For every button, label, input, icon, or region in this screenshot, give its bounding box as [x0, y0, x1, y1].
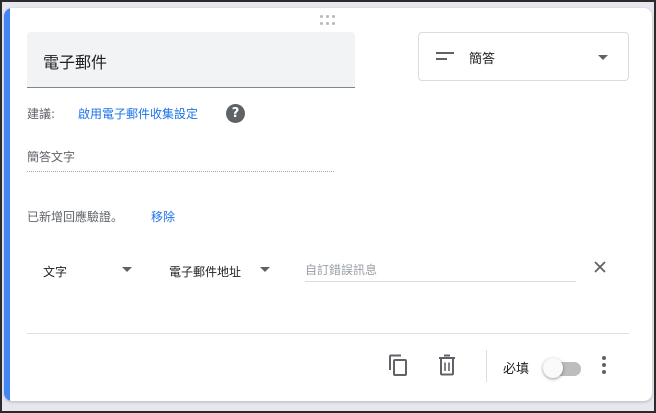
- active-accent-bar: [4, 8, 10, 401]
- custom-error-input[interactable]: [305, 258, 576, 282]
- footer-divider: [27, 333, 629, 334]
- validation-condition-dropdown[interactable]: 電子郵件地址: [169, 261, 277, 283]
- toggle-knob: [543, 358, 563, 378]
- validation-type-dropdown[interactable]: 文字: [43, 261, 139, 283]
- validation-status-text: 已新增回應驗證。: [27, 210, 124, 224]
- drag-handle-icon[interactable]: [320, 15, 338, 25]
- required-toggle[interactable]: [543, 357, 583, 378]
- trash-icon[interactable]: [437, 354, 457, 376]
- help-icon[interactable]: ?: [226, 104, 245, 123]
- dropdown-arrow-icon: [122, 267, 132, 272]
- close-icon[interactable]: [593, 260, 607, 274]
- question-card: 電子郵件 簡答 建議: 啟用電子郵件收集設定 ? 簡答文字 已新增回應驗證。 移…: [4, 8, 652, 401]
- suggestion-label: 建議:: [27, 107, 56, 121]
- answer-placeholder: 簡答文字: [27, 150, 76, 164]
- window-border-top: [0, 0, 656, 2]
- footer-vertical-divider: [486, 350, 487, 382]
- copy-icon[interactable]: [387, 354, 409, 376]
- required-label: 必填: [503, 362, 530, 377]
- remove-validation-link[interactable]: 移除: [151, 208, 175, 225]
- question-title[interactable]: 電子郵件: [43, 49, 107, 73]
- more-options-icon[interactable]: [601, 356, 607, 376]
- question-type-dropdown[interactable]: 簡答: [418, 32, 629, 81]
- short-answer-icon: [436, 52, 454, 62]
- short-answer-preview: 簡答文字: [27, 146, 334, 172]
- validation-condition-value: 電子郵件地址: [169, 265, 242, 279]
- question-type-label: 簡答: [469, 52, 496, 67]
- dropdown-arrow-icon: [260, 267, 270, 272]
- dropdown-arrow-icon: [598, 55, 608, 60]
- enable-email-collection-link[interactable]: 啟用電子郵件收集設定: [78, 105, 198, 122]
- question-title-field[interactable]: 電子郵件: [27, 32, 355, 88]
- window-border-left: [0, 0, 2, 413]
- validation-type-value: 文字: [43, 265, 68, 279]
